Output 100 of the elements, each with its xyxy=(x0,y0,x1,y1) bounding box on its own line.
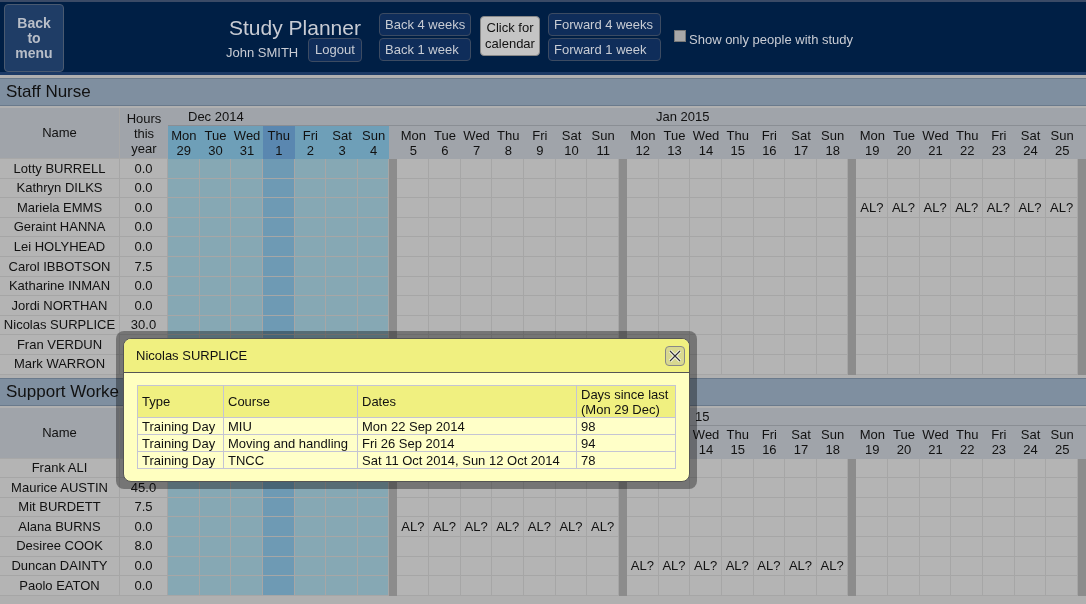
hours-cell: 0.0 xyxy=(120,159,168,179)
hours-cell: 0.0 xyxy=(120,276,168,297)
name-cell[interactable]: Lotty BURRELL xyxy=(0,159,120,179)
leave-cell: AL? xyxy=(587,517,619,537)
day-header: Sun 4 xyxy=(357,126,390,159)
day-header: Sun 18 xyxy=(816,126,849,159)
day-header: Fri 9 xyxy=(524,126,556,159)
user-name: John SMITH xyxy=(226,44,299,62)
name-cell[interactable]: Fran VERDUN xyxy=(0,335,120,355)
leave-cell: AL? xyxy=(785,556,817,577)
day-header: Thu 15 xyxy=(721,126,754,159)
hours-cell: 0.0 xyxy=(120,576,168,596)
day-header: Sat 10 xyxy=(555,126,588,159)
day-header: Sat 24 xyxy=(1014,126,1047,159)
day-header: Mon 19 xyxy=(856,126,889,159)
name-cell[interactable]: Katharine INMAN xyxy=(0,276,120,297)
leave-cell: AL? xyxy=(555,517,588,537)
name-cell[interactable]: Paolo EATON xyxy=(0,576,120,596)
table-cell: Fri 26 Sep 2014 xyxy=(357,434,577,452)
logout-button[interactable]: Logout xyxy=(308,38,362,62)
name-cell[interactable]: Mariela EMMS xyxy=(0,198,120,218)
leave-cell: AL? xyxy=(919,198,952,218)
hours-cell: 0.0 xyxy=(120,217,168,238)
name-cell[interactable]: Desiree COOK xyxy=(0,536,120,557)
day-header: Mon 29 xyxy=(168,126,200,159)
leave-cell: AL? xyxy=(492,517,525,537)
name-cell[interactable]: Duncan DAINTY xyxy=(0,556,120,577)
name-cell[interactable]: Lei HOLYHEAD xyxy=(0,237,120,257)
day-header: Wed 14 xyxy=(690,425,722,459)
section-title: Support Worke xyxy=(6,380,120,403)
name-cell[interactable]: Kathryn DILKS xyxy=(0,178,120,199)
forward-weeks-button[interactable]: Forward 4 weeks xyxy=(548,13,661,36)
table-cell: MIU xyxy=(223,417,358,435)
name-cell[interactable]: Alana BURNS xyxy=(0,517,120,537)
forward-weeks-button[interactable]: Forward 1 week xyxy=(548,38,661,61)
leave-cell: AL? xyxy=(397,517,430,537)
leave-cell: AL? xyxy=(1046,198,1078,218)
name-cell[interactable]: Mit BURDETT xyxy=(0,497,120,518)
day-header: Sat 17 xyxy=(785,126,817,159)
table-cell: 94 xyxy=(576,434,676,452)
day-header: Mon 19 xyxy=(856,425,889,459)
column-header: Course xyxy=(223,385,358,418)
column-header: Days since last (Mon 29 Dec) xyxy=(576,385,676,418)
table-cell: 78 xyxy=(576,451,676,469)
hours-cell: 0.0 xyxy=(120,198,168,218)
column-header: Name xyxy=(0,407,120,459)
leave-cell: AL? xyxy=(460,517,493,537)
leave-cell: AL? xyxy=(1014,198,1047,218)
checkbox[interactable] xyxy=(674,30,686,42)
table-cell: Training Day xyxy=(137,417,224,435)
table-cell: Training Day xyxy=(137,451,224,469)
day-header: Tue 6 xyxy=(429,126,461,159)
day-header: Thu 8 xyxy=(492,126,525,159)
month-header: Dec 2014 xyxy=(168,108,398,126)
day-header: Tue 20 xyxy=(888,126,920,159)
day-header: Tue 30 xyxy=(199,126,232,159)
day-header: Tue 20 xyxy=(888,425,920,459)
day-header: Fri 23 xyxy=(983,126,1015,159)
table-cell: Training Day xyxy=(137,434,224,452)
day-header: Wed 31 xyxy=(231,126,263,159)
day-header: Mon 5 xyxy=(397,126,430,159)
calendar-button[interactable]: Click for calendar xyxy=(480,16,540,56)
hours-cell: 7.5 xyxy=(120,497,168,518)
day-header: Wed 21 xyxy=(919,126,952,159)
day-header: Wed 7 xyxy=(460,126,493,159)
hours-cell: 30.0 xyxy=(120,315,168,336)
name-cell[interactable]: Nicolas SURPLICE xyxy=(0,315,120,336)
close-icon xyxy=(668,348,682,363)
day-header: Tue 13 xyxy=(658,126,691,159)
name-cell[interactable]: Carol IBBOTSON xyxy=(0,256,120,277)
name-cell[interactable]: Mark WARRON xyxy=(0,354,120,375)
name-cell[interactable]: Maurice AUSTIN xyxy=(0,478,120,498)
leave-cell: AL? xyxy=(856,198,889,218)
back-weeks-button[interactable]: Back 1 week xyxy=(379,38,471,61)
close-button[interactable] xyxy=(665,345,685,366)
day-header: Sun 25 xyxy=(1046,126,1078,159)
header-separator xyxy=(1078,425,1086,459)
back-to-menu-button[interactable]: Back to menu xyxy=(4,4,64,72)
name-cell[interactable]: Frank ALI xyxy=(0,458,120,479)
day-header: Sat 17 xyxy=(785,425,817,459)
section-title: Staff Nurse xyxy=(6,81,91,104)
header-separator xyxy=(1078,126,1086,159)
hours-cell: 0.0 xyxy=(120,178,168,199)
name-cell[interactable]: Jordi NORTHAN xyxy=(0,296,120,316)
table-cell: 98 xyxy=(576,417,676,435)
day-header: Sun 25 xyxy=(1046,425,1078,459)
hours-cell: 0.0 xyxy=(120,296,168,316)
dialog-title: Nicolas SURPLICE xyxy=(136,346,248,365)
day-header: Sun 11 xyxy=(587,126,619,159)
month-header: Jan 2015 xyxy=(397,108,1086,126)
day-header: Thu 1 xyxy=(262,126,295,159)
day-header: Sat 3 xyxy=(326,126,358,159)
column-header: Name xyxy=(0,108,120,159)
hours-cell: 8.0 xyxy=(120,536,168,557)
back-weeks-button[interactable]: Back 4 weeks xyxy=(379,13,471,36)
day-header: Mon 12 xyxy=(627,126,659,159)
name-cell[interactable]: Geraint HANNA xyxy=(0,217,120,238)
leave-cell: AL? xyxy=(983,198,1015,218)
day-header: Fri 2 xyxy=(294,126,327,159)
checkbox-label: Show only people with study xyxy=(689,31,854,49)
